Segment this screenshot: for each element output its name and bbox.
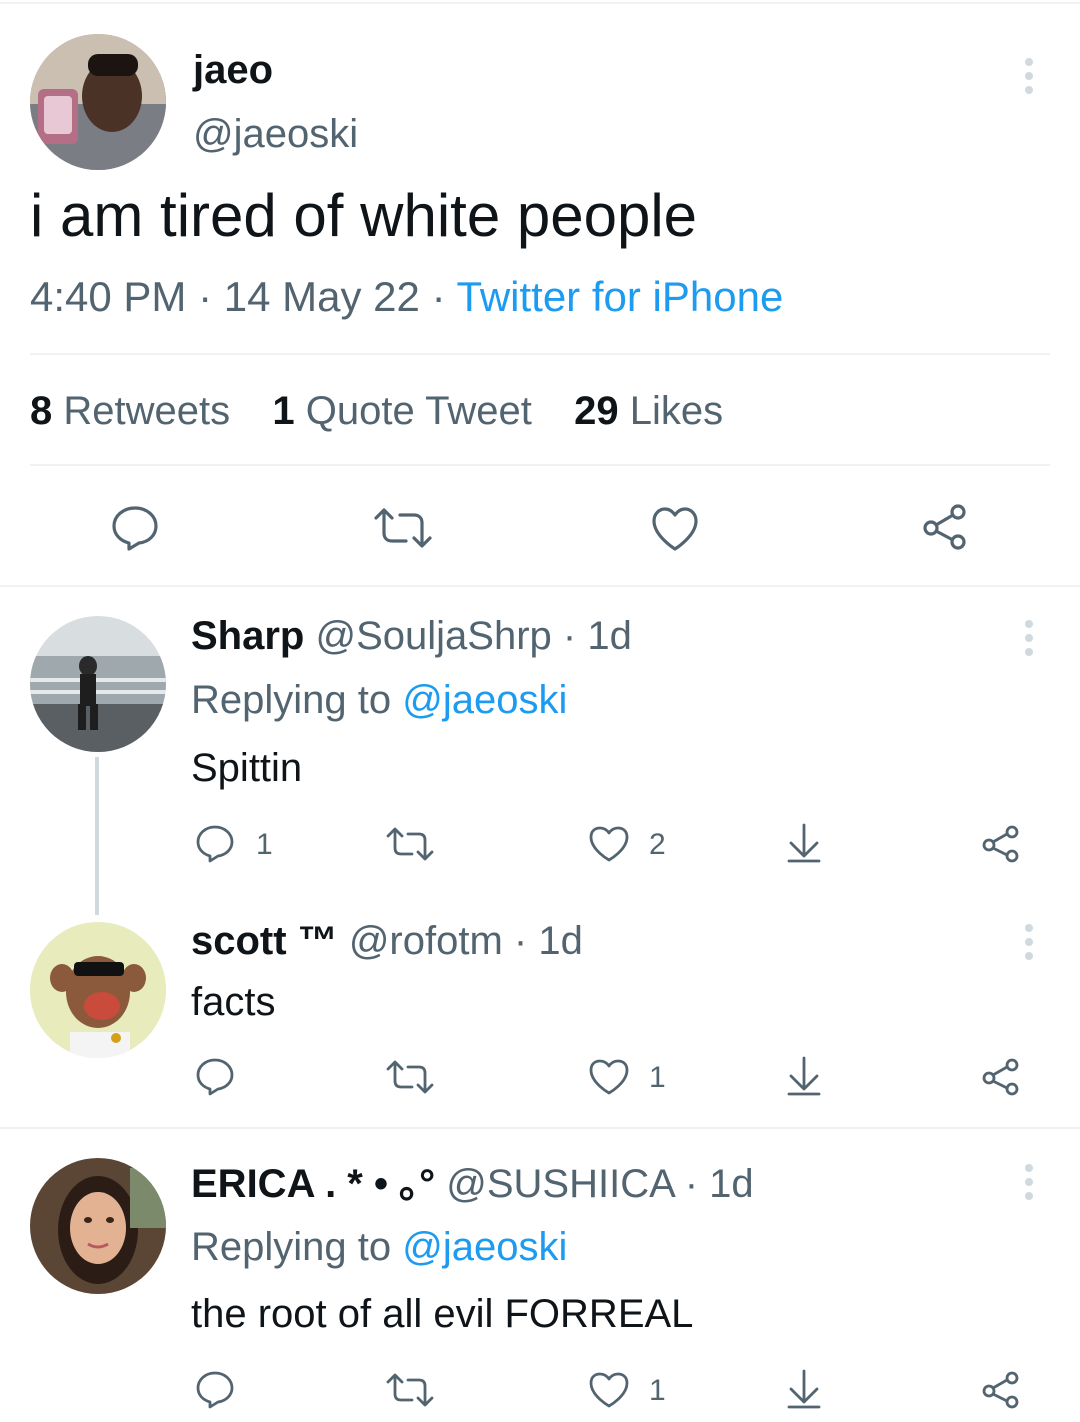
reply-header: Sharp @SouljaShrp · 1d: [191, 610, 632, 662]
reply-handle[interactable]: @rofotm: [349, 919, 503, 963]
reply-age: 1d: [587, 614, 632, 658]
top-divider: [0, 2, 1080, 4]
author-handle[interactable]: @jaeoski: [193, 112, 358, 157]
tweet-source-link[interactable]: Twitter for iPhone: [456, 273, 783, 320]
divider: [30, 353, 1050, 355]
reply-display-name[interactable]: ERICA . * • ｡°: [191, 1162, 435, 1206]
reply-handle[interactable]: @SouljaShrp: [315, 614, 551, 658]
reply-icon[interactable]: [195, 824, 235, 864]
meta-separator: ·: [513, 919, 528, 963]
like-icon[interactable]: [588, 825, 630, 863]
replying-to-handle[interactable]: @jaeoski: [402, 1225, 567, 1269]
reply-header: scott ™ @rofotm · 1d: [191, 915, 583, 967]
download-icon[interactable]: [786, 1368, 822, 1410]
like-icon[interactable]: [650, 506, 700, 552]
more-options-icon[interactable]: [1024, 924, 1034, 960]
avatar-jaeo[interactable]: [30, 34, 166, 170]
replying-to: Replying to @jaeoski: [191, 1221, 567, 1273]
reply-display-name[interactable]: scott ™: [191, 919, 338, 963]
section-divider: [0, 1127, 1080, 1129]
reply-text: facts: [191, 980, 276, 1024]
tweet-stats: 8 Retweets 1 Quote Tweet 29 Likes: [30, 386, 723, 436]
reply-header: ERICA . * • ｡° @SUSHIICA · 1d: [191, 1158, 754, 1210]
reply-icon[interactable]: [195, 1057, 235, 1097]
retweets-count: 8: [30, 389, 53, 433]
divider: [30, 464, 1050, 466]
reply-display-name[interactable]: Sharp: [191, 614, 304, 658]
share-icon[interactable]: [980, 1057, 1022, 1097]
author-display-name[interactable]: jaeo: [193, 48, 273, 93]
retweets-label: Retweets: [63, 389, 231, 433]
reply-handle[interactable]: @SUSHIICA: [446, 1162, 673, 1206]
more-options-icon[interactable]: [1024, 58, 1034, 94]
meta-separator: ·: [431, 273, 446, 320]
download-icon[interactable]: [786, 822, 822, 864]
like-icon[interactable]: [588, 1058, 630, 1096]
like-icon[interactable]: [588, 1371, 630, 1409]
avatar-erica[interactable]: [30, 1158, 166, 1294]
likes-label: Likes: [629, 389, 724, 433]
replying-to-handle[interactable]: @jaeoski: [402, 678, 567, 722]
reply-icon[interactable]: [195, 1370, 235, 1410]
meta-separator: ·: [198, 273, 213, 320]
retweets-stat[interactable]: 8 Retweets: [30, 389, 241, 433]
like-count: 1: [649, 1374, 666, 1407]
more-options-icon[interactable]: [1024, 620, 1034, 656]
tweet-time: 4:40 PM: [30, 273, 187, 320]
share-icon[interactable]: [980, 824, 1022, 864]
like-count: 1: [649, 1061, 666, 1094]
retweet-icon[interactable]: [385, 1372, 435, 1408]
reply-age: 1d: [709, 1162, 754, 1206]
tweet-date: 14 May 22: [223, 273, 420, 320]
meta-separator: ·: [684, 1162, 699, 1206]
reply-count: 1: [256, 828, 273, 861]
quote-tweets-stat[interactable]: 1 Quote Tweet: [272, 389, 543, 433]
reply-icon[interactable]: [110, 504, 160, 552]
tweet-meta: 4:40 PM · 14 May 22 · Twitter for iPhone: [30, 270, 783, 324]
retweet-icon[interactable]: [385, 826, 435, 862]
avatar-sharp[interactable]: [30, 616, 166, 752]
meta-separator: ·: [562, 614, 577, 658]
likes-stat[interactable]: 29 Likes: [574, 389, 723, 433]
more-options-icon[interactable]: [1024, 1164, 1034, 1200]
reply-text: Spittin: [191, 746, 303, 790]
quotes-count: 1: [272, 389, 295, 433]
share-icon[interactable]: [920, 502, 970, 552]
avatar-scott[interactable]: [30, 922, 166, 1058]
retweet-icon[interactable]: [372, 506, 434, 550]
replying-to-label: Replying to: [191, 678, 392, 722]
share-icon[interactable]: [980, 1370, 1022, 1410]
retweet-icon[interactable]: [385, 1059, 435, 1095]
tweet-text: i am tired of white people: [30, 182, 698, 249]
likes-count: 29: [574, 389, 619, 433]
replying-to: Replying to @jaeoski: [191, 674, 567, 726]
download-icon[interactable]: [786, 1055, 822, 1097]
reply-text: the root of all evil FORREAL: [191, 1292, 694, 1336]
like-count: 2: [649, 828, 666, 861]
quotes-label: Quote Tweet: [305, 389, 532, 433]
section-divider: [0, 585, 1080, 587]
thread-line: [95, 757, 99, 915]
replying-to-label: Replying to: [191, 1225, 392, 1269]
reply-age: 1d: [538, 919, 583, 963]
